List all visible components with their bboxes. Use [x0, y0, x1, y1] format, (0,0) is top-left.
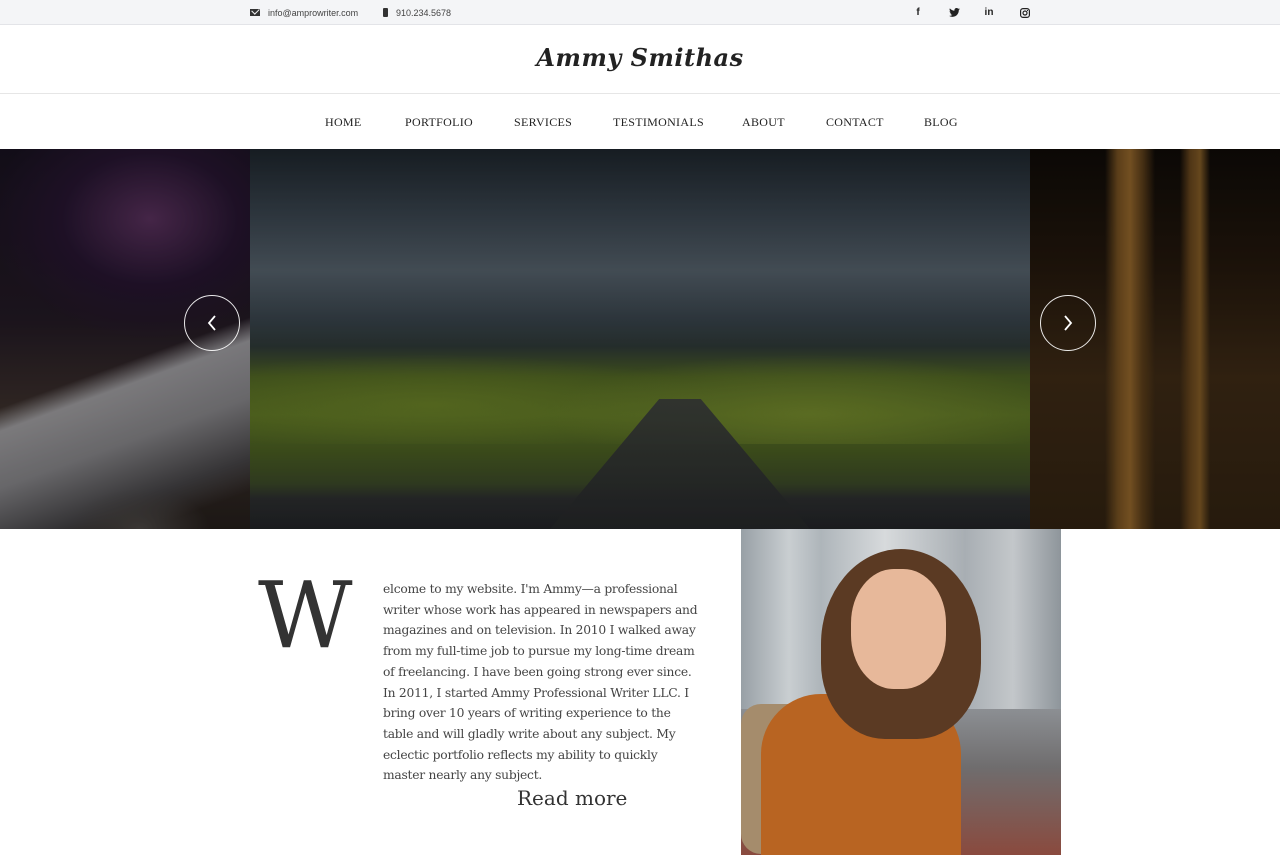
- chevron-right-icon: [1064, 315, 1073, 331]
- hero-slider: [0, 149, 1280, 529]
- read-more-link[interactable]: Read more: [517, 786, 627, 810]
- nav-item-home[interactable]: HOME: [325, 95, 362, 149]
- nav-item-testimonials[interactable]: TESTIMONIALS: [613, 95, 704, 149]
- instagram-icon[interactable]: [1015, 0, 1035, 25]
- nav-item-blog[interactable]: BLOG: [924, 95, 958, 149]
- site-logo[interactable]: Ammy Smithas: [0, 43, 1280, 72]
- nav-item-contact[interactable]: CONTACT: [826, 95, 884, 149]
- phone-icon: [383, 8, 388, 17]
- linkedin-icon[interactable]: in: [979, 0, 999, 25]
- intro-dropcap: W: [258, 562, 353, 669]
- chevron-left-icon: [207, 315, 216, 331]
- twitter-icon[interactable]: [944, 0, 964, 25]
- photo-face-shape: [851, 569, 946, 689]
- author-portrait-photo: [741, 529, 1061, 855]
- slide-highway-image: [250, 149, 1030, 529]
- slider-next-button[interactable]: [1040, 295, 1096, 351]
- main-navigation: HOME PORTFOLIO SERVICES TESTIMONIALS ABO…: [0, 95, 1280, 149]
- facebook-icon[interactable]: f: [908, 0, 928, 25]
- slider-prev-button[interactable]: [184, 295, 240, 351]
- email-contact[interactable]: info@amprowriter.com: [250, 0, 358, 25]
- slide-hills-shape: [250, 354, 1030, 444]
- envelope-icon: [250, 9, 260, 16]
- top-contact-bar: info@amprowriter.com 910.234.5678 f in: [0, 0, 1280, 25]
- nav-item-portfolio[interactable]: PORTFOLIO: [405, 95, 473, 149]
- site-header: Ammy Smithas: [0, 25, 1280, 94]
- nav-item-services[interactable]: SERVICES: [514, 95, 572, 149]
- slide-road-shape: [550, 399, 810, 529]
- phone-text[interactable]: 910.234.5678: [396, 8, 451, 18]
- nav-item-about[interactable]: ABOUT: [742, 95, 785, 149]
- intro-paragraph: elcome to my website. I'm Ammy—a profess…: [383, 582, 698, 783]
- email-text[interactable]: info@amprowriter.com: [268, 8, 358, 18]
- instagram-camera-shape: [1020, 7, 1030, 18]
- phone-contact[interactable]: 910.234.5678: [383, 0, 451, 25]
- twitter-bird-shape: [948, 8, 960, 17]
